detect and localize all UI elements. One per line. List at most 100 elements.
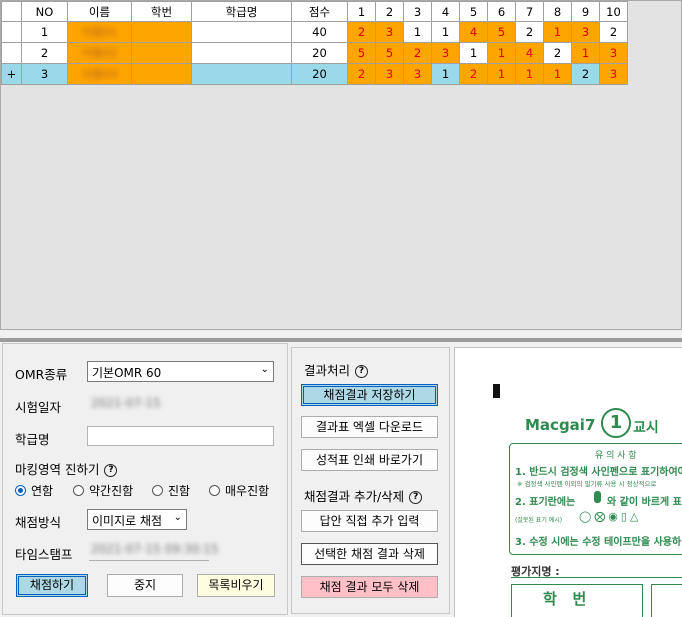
table-row[interactable]: 1 이름01 40 2 3 1 1 4 5 2 1 3 2 <box>1 21 628 43</box>
row-selector[interactable]: + <box>1 63 22 85</box>
cell-name[interactable]: 이름02 <box>67 42 132 64</box>
cell-class-name[interactable] <box>191 21 292 43</box>
cell-answer[interactable]: 1 <box>459 42 488 64</box>
cell-answer[interactable]: 3 <box>571 21 600 43</box>
cell-answer[interactable]: 3 <box>599 63 628 85</box>
cell-student-id[interactable] <box>131 63 192 85</box>
cell-student-id[interactable] <box>131 21 192 43</box>
cell-answer[interactable]: 2 <box>515 21 544 43</box>
column-header[interactable]: 8 <box>543 1 572 22</box>
cell-answer[interactable]: 5 <box>375 42 404 64</box>
results-grid[interactable]: NO 이름 학번 학급명 점수 1 2 3 4 5 6 7 8 9 10 1 이름… <box>1 1 628 85</box>
clear-list-button[interactable]: 목록비우기 <box>197 574 275 597</box>
table-row[interactable]: 2 이름02 20 5 5 2 3 1 1 4 2 1 3 <box>1 42 628 64</box>
cell-student-id[interactable] <box>131 42 192 64</box>
column-header[interactable]: 학번 <box>131 1 192 22</box>
cell-answer[interactable]: 3 <box>599 42 628 64</box>
row-selector-header[interactable] <box>1 1 22 22</box>
cell-answer[interactable]: 2 <box>599 21 628 43</box>
cell-score[interactable]: 40 <box>291 21 348 43</box>
column-header[interactable]: 6 <box>487 1 516 22</box>
row-selector[interactable] <box>1 42 22 64</box>
save-results-button[interactable]: 채점결과 저장하기 <box>301 384 438 406</box>
omr-type-label: OMR종류 <box>15 367 68 382</box>
delete-selected-button[interactable]: 선택한 채점 결과 삭제 <box>301 543 438 565</box>
cell-class-name[interactable] <box>191 42 292 64</box>
delete-all-button[interactable]: 채점 결과 모두 삭제 <box>301 576 438 598</box>
column-header[interactable]: 5 <box>459 1 488 22</box>
cell-answer[interactable]: 4 <box>459 21 488 43</box>
note-1: 1. 반드시 검정색 사인펜으로 표기하여야 <box>515 467 682 478</box>
cell-answer[interactable]: 3 <box>375 63 404 85</box>
splitter-bar[interactable] <box>0 338 682 342</box>
column-header[interactable]: 9 <box>571 1 600 22</box>
note-2-b: 와 같이 바르게 표기해 <box>607 497 682 508</box>
cell-answer[interactable]: 1 <box>431 21 460 43</box>
manual-add-button[interactable]: 답안 직접 추가 입력 <box>301 510 438 532</box>
column-header[interactable]: 점수 <box>291 1 348 22</box>
cell-answer[interactable]: 2 <box>347 21 376 43</box>
cell-answer[interactable]: 2 <box>543 42 572 64</box>
column-header[interactable]: 10 <box>599 1 628 22</box>
exam-date-value: 2021-07-15 <box>91 396 161 410</box>
cell-answer[interactable]: 2 <box>347 63 376 85</box>
cell-answer[interactable]: 4 <box>515 42 544 64</box>
cell-answer[interactable]: 5 <box>487 21 516 43</box>
cell-answer[interactable]: 1 <box>403 21 432 43</box>
class-name-field[interactable] <box>87 426 274 446</box>
row-selector[interactable] <box>1 21 22 43</box>
column-header[interactable]: 1 <box>347 1 376 22</box>
cell-answer[interactable]: 5 <box>347 42 376 64</box>
cell-answer[interactable]: 2 <box>571 63 600 85</box>
column-header[interactable]: 2 <box>375 1 404 22</box>
note-example-label: (잘못된 표기 예시) <box>515 517 563 524</box>
cell-name[interactable]: 이름03 <box>67 63 132 85</box>
excel-download-button[interactable]: 결과표 엑셀 다운로드 <box>301 416 438 438</box>
omr-type-select[interactable]: 기본OMR 60 ⌄ <box>87 361 274 382</box>
cell-answer[interactable]: 2 <box>459 63 488 85</box>
help-icon[interactable]: ? <box>355 365 369 378</box>
radio-unselected-icon <box>209 485 220 496</box>
cell-answer[interactable]: 1 <box>487 42 516 64</box>
column-header[interactable]: NO <box>21 1 68 22</box>
grading-method-select[interactable]: 이미지로 채점 ⌄ <box>87 509 187 530</box>
cell-score[interactable]: 20 <box>291 63 348 85</box>
cell-no[interactable]: 1 <box>21 21 68 43</box>
cell-score[interactable]: 20 <box>291 42 348 64</box>
cell-no[interactable]: 2 <box>21 42 68 64</box>
column-header[interactable]: 학급명 <box>191 1 292 22</box>
radio-marking-dark[interactable]: 진함 <box>152 482 190 499</box>
column-header[interactable]: 3 <box>403 1 432 22</box>
radio-label: 진함 <box>168 484 191 498</box>
column-header[interactable]: 7 <box>515 1 544 22</box>
stop-button[interactable]: 중지 <box>107 574 183 597</box>
radio-marking-light[interactable]: 연함 <box>15 482 53 499</box>
student-name-text: 이름01 <box>81 25 118 39</box>
radio-marking-medium[interactable]: 약간진함 <box>73 482 133 499</box>
cell-answer[interactable]: 2 <box>403 42 432 64</box>
cell-answer[interactable]: 1 <box>515 63 544 85</box>
cell-name[interactable]: 이름01 <box>67 21 132 43</box>
wrong-marking-examples-icon: ◯⨂◉▯△ <box>579 510 642 523</box>
help-icon[interactable]: ? <box>104 464 118 477</box>
omr-sheet-preview[interactable]: Macgai7 1 교시 유 의 사 항 1. 반드시 검정색 사인펜으로 표기… <box>454 347 682 617</box>
grading-settings-panel: OMR종류 기본OMR 60 ⌄ 시험일자 2021-07-15 학급명 마킹영… <box>2 343 288 615</box>
cell-answer[interactable]: 1 <box>571 42 600 64</box>
table-row[interactable]: +3 이름03 20 2 3 3 1 2 1 1 1 2 3 <box>1 63 628 85</box>
cell-answer[interactable]: 1 <box>543 21 572 43</box>
timestamp-label: 타임스탬프 <box>15 547 73 562</box>
column-header[interactable]: 이름 <box>67 1 132 22</box>
radio-marking-very-dark[interactable]: 매우진함 <box>209 482 269 499</box>
cell-answer[interactable]: 3 <box>403 63 432 85</box>
cell-no[interactable]: 3 <box>21 63 68 85</box>
help-icon[interactable]: ? <box>409 491 423 504</box>
cell-class-name[interactable] <box>191 63 292 85</box>
grade-button[interactable]: 채점하기 <box>16 574 88 597</box>
cell-answer[interactable]: 1 <box>543 63 572 85</box>
cell-answer[interactable]: 1 <box>487 63 516 85</box>
column-header[interactable]: 4 <box>431 1 460 22</box>
cell-answer[interactable]: 1 <box>431 63 460 85</box>
print-report-button[interactable]: 성적표 인쇄 바로가기 <box>301 449 438 471</box>
cell-answer[interactable]: 3 <box>431 42 460 64</box>
cell-answer[interactable]: 3 <box>375 21 404 43</box>
